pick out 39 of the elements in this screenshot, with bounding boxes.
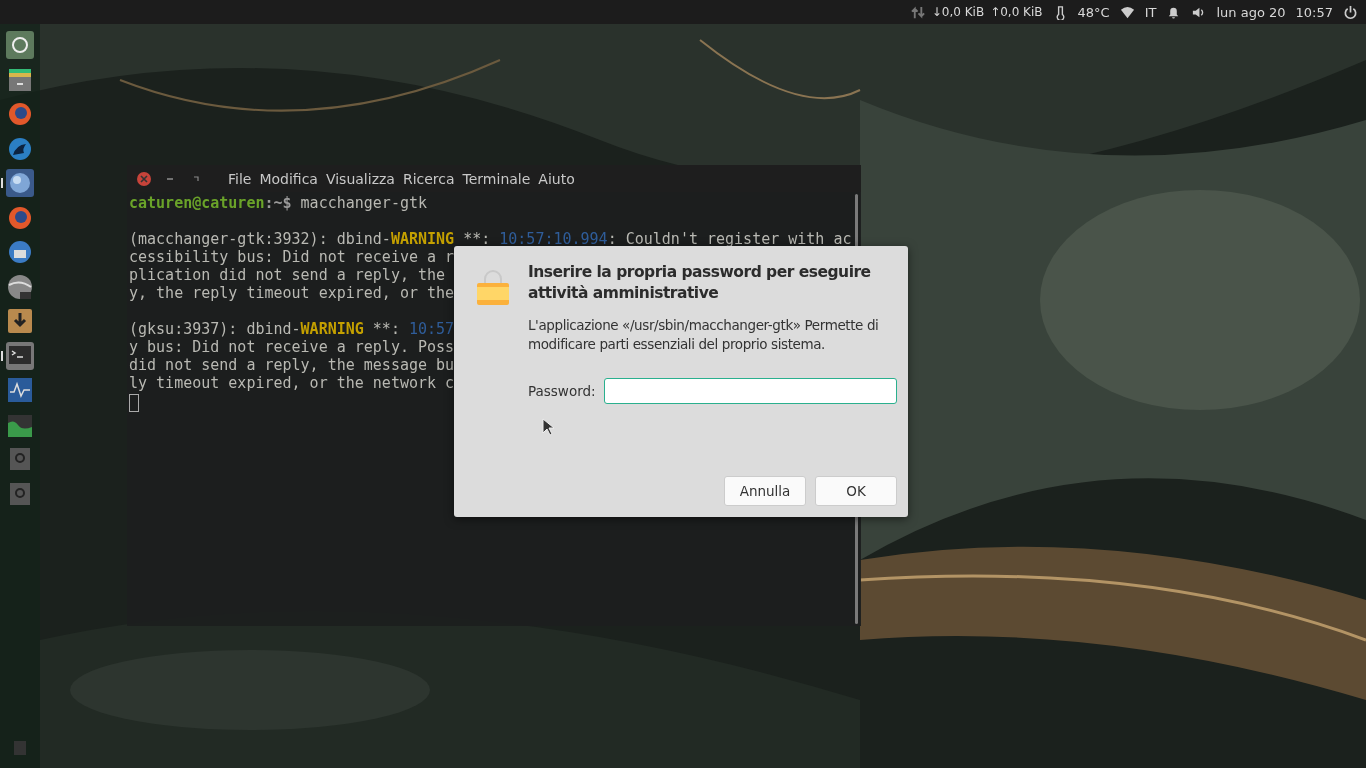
text-cursor: [129, 394, 139, 412]
keyboard-layout[interactable]: IT: [1144, 4, 1157, 20]
download-icon[interactable]: [6, 307, 34, 336]
temperature: 48°C: [1077, 4, 1110, 20]
menu-item[interactable]: Visualizza: [325, 170, 395, 187]
dialog-button[interactable]: Annulla: [724, 476, 806, 506]
menu-item[interactable]: File: [228, 170, 252, 187]
menu-item[interactable]: Aiuto: [538, 170, 575, 187]
menu-item[interactable]: Modifica: [259, 170, 318, 187]
menu-item[interactable]: Ricerca: [402, 170, 455, 187]
download-speed: ↓0,0 KiB: [931, 5, 985, 19]
dialog-message: L'applicazione «/usr/sbin/macchanger-gtk» Permette di modificare parti essenziali del proprio sistema.: [528, 316, 880, 354]
terminal-output-line: (macchanger-gtk:3932): dbind-WARNING **: 10:57:10.994: Couldn't register with ac: [129, 230, 852, 248]
terminal-output-line: y bus: Did not receive a reply. Poss: [129, 338, 455, 356]
globe-icon[interactable]: [6, 169, 34, 198]
transfer-arrows-icon[interactable]: [910, 4, 926, 20]
waveform-icon[interactable]: [6, 376, 34, 405]
password-field[interactable]: [603, 378, 897, 404]
terminal-output-line: (gksu:3937): dbind-WARNING **: 10:57: [129, 320, 455, 338]
lock-icon: [476, 268, 510, 308]
power-icon[interactable]: [1343, 4, 1358, 20]
prompt-line: caturen@caturen:~$ macchanger-gtk: [129, 194, 428, 212]
menu-item[interactable]: Terminale: [462, 170, 531, 187]
terminal-output-line: cessibility bus: Did not receive a r: [129, 248, 455, 266]
terminal-output-line: y, the reply timeout expired, or the: [129, 284, 455, 302]
dialog-title: Inserire la propria password per eseguire attività amministrative: [528, 262, 872, 304]
date[interactable]: lun ago 20: [1216, 4, 1286, 20]
terminal-icon[interactable]: [6, 341, 34, 370]
upload-speed: ↑0,0 KiB: [990, 5, 1043, 19]
wifi-icon[interactable]: [1119, 4, 1135, 20]
circle-logo-icon[interactable]: [6, 31, 34, 60]
close-icon[interactable]: [136, 170, 152, 187]
terminal-output-line: plication did not send a reply, the: [129, 266, 446, 284]
terminal-output-line: ly timeout expired, or the network c: [129, 374, 455, 392]
mouse-pointer-icon: [542, 418, 554, 436]
terminal-output-line: did not send a reply, the message bu: [129, 356, 455, 374]
clock[interactable]: 10:57: [1295, 4, 1333, 20]
password-label: Password:: [528, 383, 596, 399]
dialog-button[interactable]: OK: [815, 476, 897, 506]
